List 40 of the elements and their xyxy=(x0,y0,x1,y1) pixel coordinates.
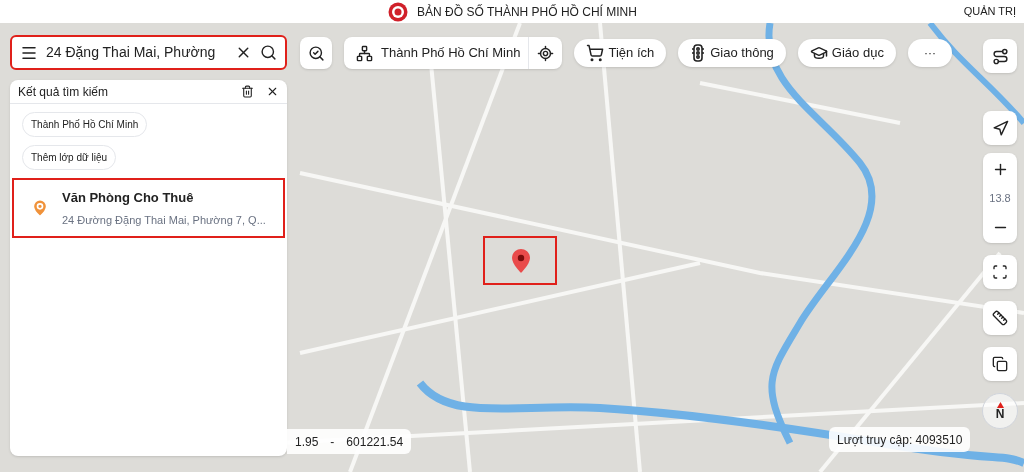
ruler-button[interactable] xyxy=(983,301,1017,335)
layers-button[interactable] xyxy=(983,347,1017,381)
result-name: Văn Phòng Cho Thuê xyxy=(62,189,195,207)
route-button[interactable] xyxy=(983,39,1017,73)
graduation-cap-icon xyxy=(809,44,828,62)
trash-icon[interactable] xyxy=(241,85,254,98)
category-chip[interactable]: Tiện ích xyxy=(574,39,667,67)
visit-counter: Lượt truy cập: 4093510 xyxy=(829,427,971,452)
admin-link[interactable]: QUẢN TRỊ xyxy=(963,3,1016,20)
layers-icon xyxy=(992,356,1008,372)
compass[interactable]: N xyxy=(982,393,1018,429)
coordinate-x: 1.95 xyxy=(295,433,319,451)
navigation-arrow-icon xyxy=(991,119,1009,137)
route-icon xyxy=(991,47,1009,65)
traffic-light-icon xyxy=(690,44,707,62)
search-bar[interactable]: 24 Đặng Thai Mai, Phường xyxy=(10,35,287,70)
hierarchy-icon xyxy=(356,44,373,62)
navigation-button[interactable] xyxy=(983,111,1017,145)
ruler-icon xyxy=(992,310,1008,326)
coordinate-separator: - xyxy=(330,433,335,451)
north-arrow-icon xyxy=(996,402,1004,408)
coordinate-y: 601221.54 xyxy=(346,433,404,451)
result-item[interactable]: Văn Phòng Cho Thuê 24 Đường Đặng Thai Mai, Phường 7, Q... xyxy=(12,178,285,238)
compass-label: N xyxy=(995,408,1005,420)
magnifier-check-icon xyxy=(307,44,325,62)
result-address: 24 Đường Đặng Thai Mai, Phường 7, Q... xyxy=(62,212,266,228)
region-label[interactable]: Thành Phố Hồ Chí Minh xyxy=(381,43,521,63)
location-search-button[interactable] xyxy=(300,37,332,69)
fullscreen-button[interactable] xyxy=(983,255,1017,289)
panel-title: Kết quả tìm kiếm xyxy=(18,83,109,101)
fullscreen-icon xyxy=(992,264,1008,280)
zoom-level: 13.8 xyxy=(989,190,1011,206)
map-marker-icon[interactable] xyxy=(512,249,530,273)
category-chip[interactable]: Giao thông xyxy=(678,39,786,67)
category-chip[interactable]: Giáo dục xyxy=(797,39,896,67)
page-title: BẢN ĐỒ SỐ THÀNH PHỐ HỒ CHÍ MINH xyxy=(417,3,637,21)
close-icon[interactable] xyxy=(266,85,279,98)
cart-icon xyxy=(586,44,605,62)
search-icon[interactable] xyxy=(260,44,277,61)
search-field[interactable]: 24 Đặng Thai Mai, Phường xyxy=(46,42,227,63)
